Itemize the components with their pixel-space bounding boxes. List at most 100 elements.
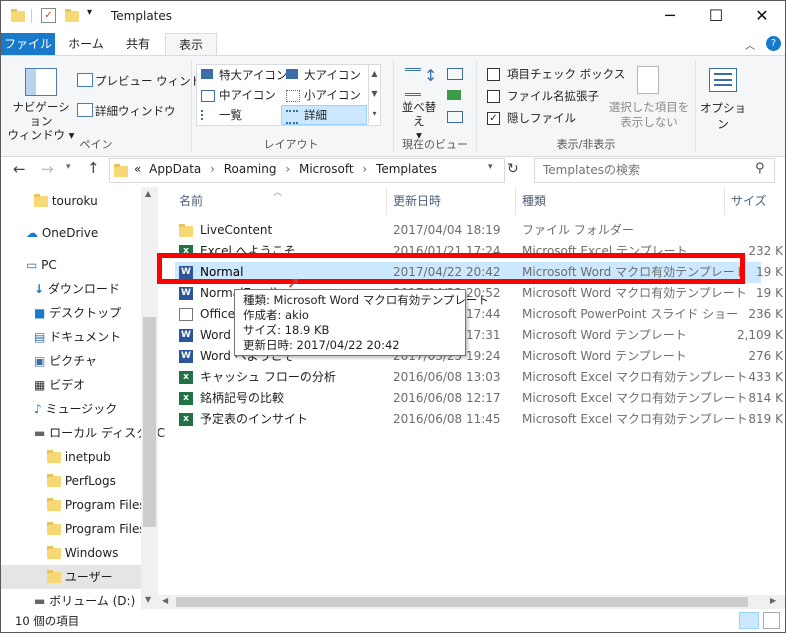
m-icons-icon — [201, 90, 215, 102]
breadcrumb-microsoft[interactable]: Microsoft — [299, 162, 354, 176]
title-bar: ✓ ▾ Templates ─ ☐ ✕ — [1, 1, 785, 33]
recent-locations-icon[interactable]: ▾ — [66, 162, 71, 172]
hide-selected-button[interactable]: 選択した項目を 表示しない — [607, 100, 691, 130]
item-count: 10 個の項目 — [15, 614, 80, 628]
help-icon[interactable]: ? — [766, 36, 781, 51]
drive-icon: ▬ — [34, 426, 46, 440]
pane-group-label: ペイン — [79, 138, 113, 151]
new-folder-icon[interactable] — [65, 9, 79, 23]
file-list: ︿ 名前 更新日時 種類 サイズ LiveContent 2017/04/04 … — [158, 187, 785, 595]
l-icons-option[interactable]: 大アイコン — [304, 67, 361, 83]
show-hide-group-label: 表示/非表示 — [556, 138, 616, 151]
scroll-down-icon[interactable]: ▼ — [145, 595, 151, 604]
search-input[interactable] — [541, 162, 745, 178]
scroll-up-icon[interactable]: ▲ — [145, 189, 151, 198]
properties-icon[interactable]: ✓ — [41, 8, 56, 23]
details-pane-icon — [77, 103, 93, 117]
tooltip-author: 作成者: akio — [243, 308, 309, 322]
details-pane-button[interactable]: 詳細ウィンドウ — [95, 103, 176, 119]
gallery-scroll[interactable]: ▲ ▼ ▾ — [368, 64, 380, 124]
excel-template-icon: x — [179, 392, 193, 405]
cloud-icon: ☁ — [26, 226, 38, 240]
column-header-name[interactable]: 名前 — [179, 187, 203, 215]
close-button[interactable]: ✕ — [739, 1, 785, 33]
group-by-icon[interactable] — [447, 68, 463, 80]
breadcrumb-overflow[interactable]: « — [134, 162, 141, 176]
file-row-cashflow[interactable]: x キャッシュ フローの分析 2016/06/08 13:03 Microsof… — [175, 367, 783, 388]
hidden-files-label: 隠しファイル — [507, 111, 576, 125]
column-header-date[interactable]: 更新日時 — [393, 187, 441, 215]
item-check-label: 項目チェック ボックス — [507, 67, 626, 81]
file-row-livecontent[interactable]: LiveContent 2017/04/04 18:19 ファイル フォルダー — [175, 220, 761, 241]
maximize-button[interactable]: ☐ — [693, 1, 739, 33]
folder-icon — [47, 522, 61, 535]
window-title: Templates — [111, 9, 173, 23]
options-icon — [709, 68, 737, 92]
file-row-calendar-insights[interactable]: x 予定表のインサイト 2016/06/08 11:45 Microsoft E… — [175, 409, 783, 430]
powerpoint-show-icon — [179, 308, 193, 321]
scroll-thumb[interactable] — [176, 597, 748, 607]
scroll-right-icon[interactable]: ▶ — [770, 596, 776, 605]
size-columns-icon[interactable] — [447, 111, 463, 123]
hide-selected-icon — [637, 66, 659, 94]
quick-access-dropdown-icon[interactable]: ▾ — [87, 7, 92, 18]
preview-pane-icon — [77, 73, 93, 87]
folder-icon — [47, 546, 61, 559]
up-button[interactable]: ↑ — [87, 159, 100, 177]
layout-group-label: レイアウト — [263, 138, 319, 151]
options-button[interactable]: オプション — [699, 100, 747, 132]
list-icon — [201, 110, 215, 120]
download-icon: ↓ — [34, 282, 45, 296]
collapse-ribbon-icon[interactable]: ︿ — [745, 37, 755, 52]
current-view-group-label: 現在のビュー — [402, 138, 468, 151]
column-header-size[interactable]: サイズ — [731, 187, 767, 215]
hidden-files-checkbox[interactable]: ✓ — [487, 112, 500, 125]
tab-view[interactable]: 表示 — [165, 33, 217, 56]
breadcrumb-roaming[interactable]: Roaming — [224, 162, 277, 176]
scroll-thumb[interactable] — [143, 317, 156, 527]
refresh-button[interactable]: ↻ — [507, 161, 519, 177]
file-extension-checkbox[interactable] — [487, 90, 500, 103]
navigation-pane: touroku ☁ OneDrive ▭ PC ↓ ダウンロード ■ デスクトッ… — [1, 187, 165, 609]
back-button[interactable]: ← — [13, 160, 26, 178]
nav-vertical-scrollbar[interactable]: ▲ ▼ — [141, 187, 158, 609]
word-template-icon: W — [179, 287, 193, 300]
m-icons-option[interactable]: 中アイコン — [219, 87, 276, 103]
l-icons-icon — [286, 69, 298, 79]
drive-icon: ▬ — [34, 594, 46, 608]
explorer-window: ✓ ▾ Templates ─ ☐ ✕ ファイル ホーム 共有 表示 ︿ ? ナ… — [0, 0, 786, 633]
s-icons-option[interactable]: 小アイコン — [304, 87, 361, 103]
item-check-checkbox[interactable] — [487, 68, 500, 81]
folder-icon — [47, 570, 61, 583]
address-bar[interactable]: « AppData › Roaming › Microsoft › Templa… — [109, 158, 505, 183]
search-box[interactable]: ⚲ — [534, 158, 775, 183]
details-view-icon[interactable] — [739, 612, 759, 629]
tab-share[interactable]: 共有 — [115, 33, 161, 55]
pictures-icon: ▣ — [34, 354, 46, 368]
add-columns-icon[interactable] — [447, 90, 461, 100]
file-extension-label: ファイル名拡張子 — [507, 89, 599, 103]
breadcrumb-appdata[interactable]: AppData — [149, 162, 201, 176]
tab-file[interactable]: ファイル — [1, 33, 55, 55]
details-option[interactable]: 詳細 — [304, 107, 327, 123]
pc-icon: ▭ — [26, 258, 38, 272]
nav-pane-icon — [25, 68, 57, 96]
highlight-box — [157, 253, 745, 284]
scroll-left-icon[interactable]: ◀ — [162, 596, 168, 605]
column-header-type[interactable]: 種類 — [522, 187, 546, 215]
large-icons-view-icon[interactable] — [763, 612, 780, 629]
folder-icon — [47, 474, 61, 487]
list-option[interactable]: 一覧 — [219, 107, 242, 123]
folder-icon — [47, 450, 61, 463]
file-row-ticker[interactable]: x 銘柄記号の比較 2016/06/08 12:17 Microsoft Exc… — [175, 388, 783, 409]
breadcrumb-templates[interactable]: Templates — [376, 162, 437, 176]
horizontal-scrollbar[interactable]: ◀ ▶ — [158, 595, 785, 609]
tab-home[interactable]: ホーム — [61, 33, 111, 55]
xl-icons-option[interactable]: 特大アイコン — [219, 67, 287, 83]
word-template-icon: W — [179, 350, 193, 363]
address-dropdown-icon[interactable]: ▾ — [488, 162, 493, 172]
documents-icon: ▤ — [34, 330, 46, 344]
forward-button[interactable]: → — [41, 160, 54, 178]
folder-icon — [179, 224, 193, 237]
minimize-button[interactable]: ─ — [647, 1, 693, 33]
